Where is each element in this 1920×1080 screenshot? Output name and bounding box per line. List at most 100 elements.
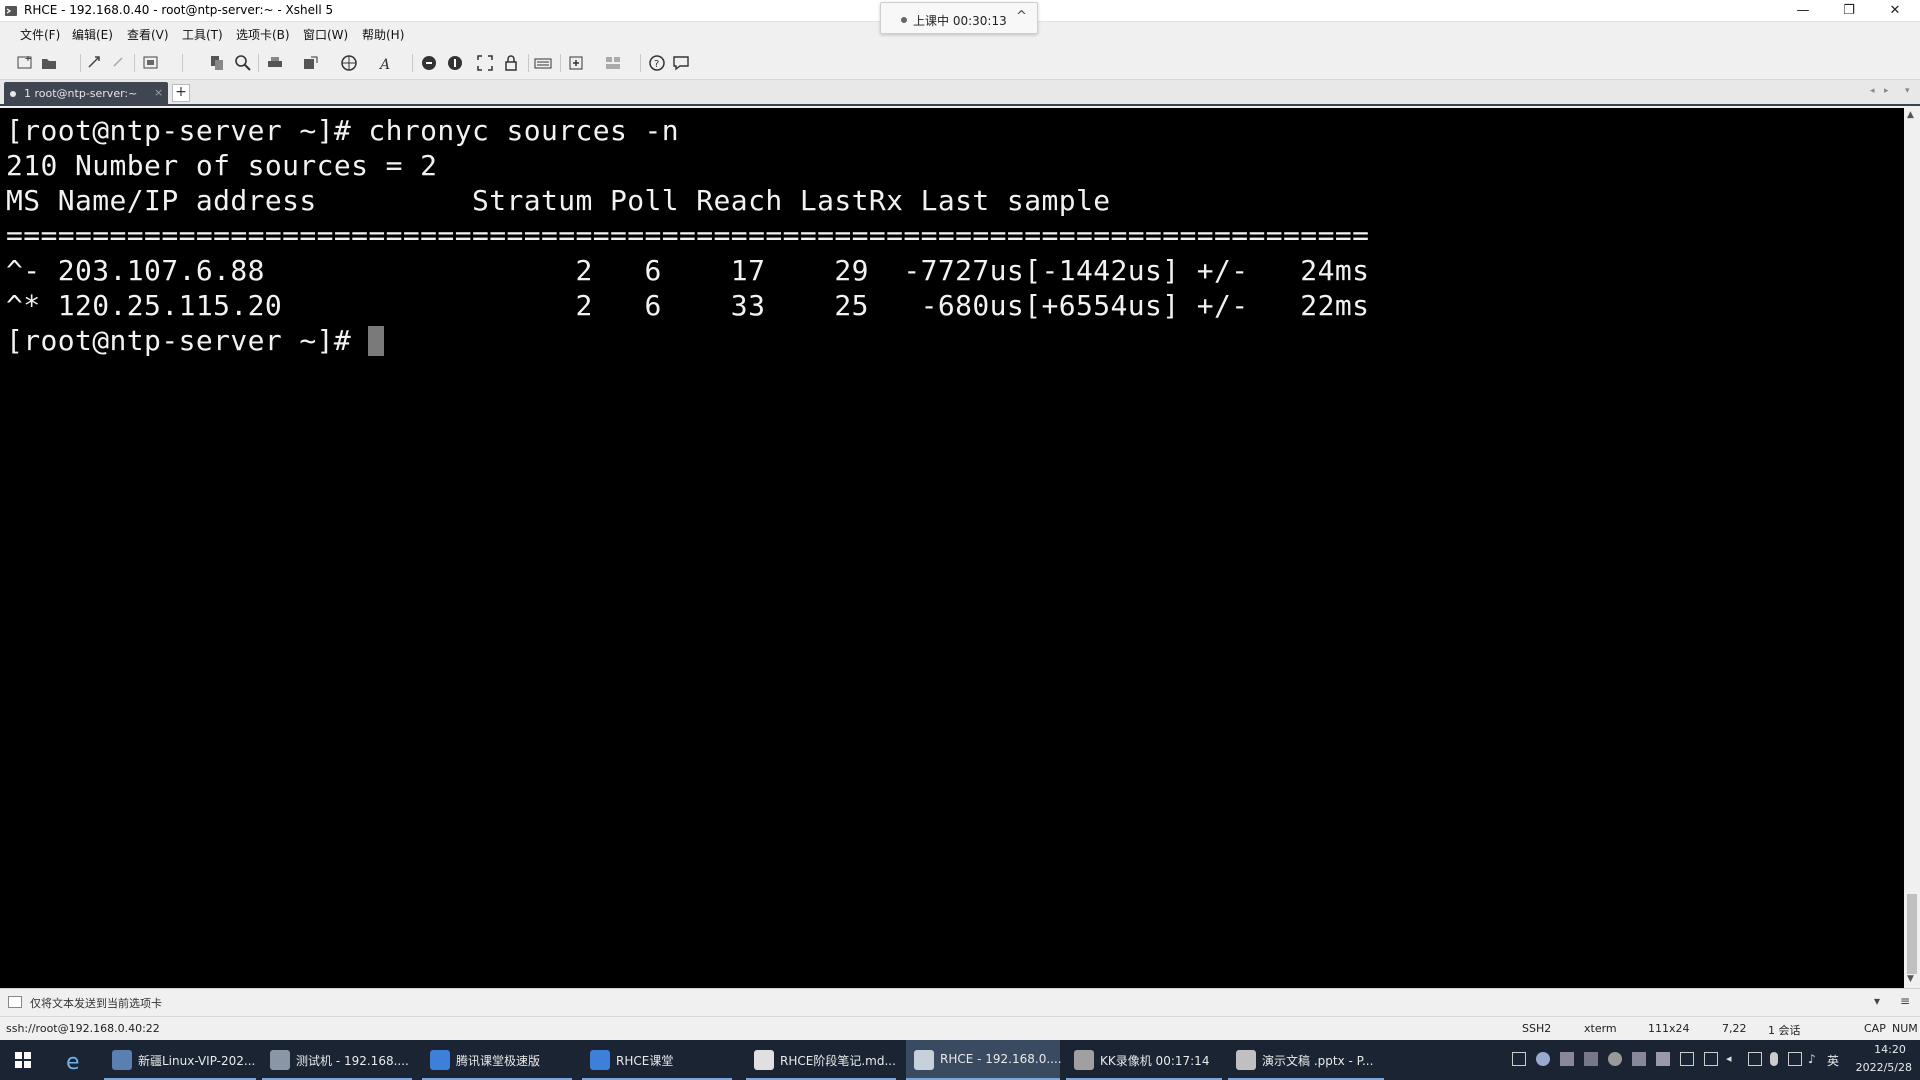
taskbar-item[interactable]: 测试机 - 192.168....: [262, 1040, 412, 1080]
open-folder-icon[interactable]: [40, 54, 58, 72]
taskbar-item[interactable]: RHCE - 192.168.0....: [906, 1040, 1062, 1080]
taskbar-item[interactable]: KK录像机 00:17:14: [1066, 1040, 1222, 1080]
taskbar-item-label: 演示文稿 .pptx - P...: [1262, 1054, 1374, 1068]
volume-icon[interactable]: ♪: [1808, 1052, 1822, 1066]
menu-tools[interactable]: 工具(T): [182, 26, 223, 43]
transfer-icon[interactable]: [302, 54, 320, 72]
help-icon[interactable]: ?: [648, 54, 666, 72]
app-icon: [590, 1050, 610, 1070]
internet-explorer-icon[interactable]: e: [52, 1040, 98, 1080]
tab-scroll-left-icon[interactable]: ◂: [1870, 86, 1875, 96]
terminal-prompt: [root@ntp-server ~]#: [6, 324, 369, 357]
compose-menu-icon[interactable]: ≡: [1900, 994, 1910, 1008]
tab-root-ntp-server[interactable]: 1 root@ntp-server:~ ×: [4, 82, 168, 106]
tab-close-icon[interactable]: ×: [154, 86, 163, 99]
taskbar-item[interactable]: 演示文稿 .pptx - P...: [1228, 1040, 1384, 1080]
recording-dot-icon: [901, 17, 907, 23]
toolbar: A ?: [0, 46, 1920, 80]
network-icon[interactable]: [1788, 1052, 1802, 1066]
protocol-label: SSH2: [1522, 1022, 1552, 1035]
usb-icon[interactable]: [1748, 1052, 1762, 1066]
taskbar-item-label: 新疆Linux-VIP-202...: [138, 1054, 256, 1068]
app-icon: [754, 1050, 774, 1070]
menu-window[interactable]: 窗口(W): [303, 26, 348, 43]
svg-text:?: ?: [654, 59, 659, 70]
clock-time[interactable]: 14:20: [1868, 1043, 1912, 1056]
windows-start-icon[interactable]: [0, 1040, 46, 1080]
menu-view[interactable]: 查看(V): [127, 26, 169, 43]
app-icon: [1074, 1050, 1094, 1070]
font-icon[interactable]: A: [378, 54, 396, 72]
toolbar-separator: [640, 54, 641, 72]
compose-icon[interactable]: [8, 996, 22, 1008]
chat-icon[interactable]: [672, 54, 690, 72]
lock-icon[interactable]: [502, 54, 520, 72]
properties-icon[interactable]: [142, 54, 160, 72]
system-tray: ◂ ♪ 英 14:20 2022/5/28: [1500, 1040, 1920, 1080]
terminal-scrollbar[interactable]: ▲ ▼: [1904, 108, 1920, 988]
tray-app-icon[interactable]: [1560, 1052, 1574, 1066]
toolbar-separator: [528, 54, 529, 72]
disconnect-icon[interactable]: [110, 54, 128, 72]
tray-app-icon[interactable]: [1680, 1052, 1694, 1066]
compose-input[interactable]: 仅将文本发送到当前选项卡: [30, 995, 162, 1011]
globe-icon[interactable]: [340, 54, 358, 72]
tray-app-icon[interactable]: [1656, 1052, 1670, 1066]
status-bar: ssh://root@192.168.0.40:22 SSH2 xterm 11…: [0, 1016, 1920, 1040]
tray-expand-icon[interactable]: ◂: [1726, 1052, 1740, 1066]
app-icon: [112, 1050, 132, 1070]
new-session-icon[interactable]: [16, 54, 34, 72]
new-tab-button[interactable]: +: [172, 84, 190, 102]
tray-app-icon[interactable]: [1632, 1052, 1646, 1066]
terminal-line: 210 Number of sources = 2: [6, 149, 438, 182]
tray-app-icon[interactable]: [1584, 1052, 1598, 1066]
clock-date[interactable]: 2022/5/28: [1848, 1061, 1912, 1074]
toolbar-separator: [560, 54, 561, 72]
keyboard-icon[interactable]: [534, 54, 552, 72]
notification-icon[interactable]: [1512, 1052, 1526, 1066]
taskbar-item[interactable]: RHCE课堂: [582, 1040, 732, 1080]
class-session-indicator[interactable]: 上课中 00:30:13 ^: [880, 2, 1038, 34]
svg-text:A: A: [378, 57, 390, 72]
menu-help[interactable]: 帮助(H): [362, 26, 404, 43]
maximize-button[interactable]: ❐: [1826, 0, 1872, 22]
taskbar-item[interactable]: 新疆Linux-VIP-202...: [104, 1040, 256, 1080]
class-session-label: 上课中 00:30:13: [913, 14, 1007, 28]
compose-dropdown-icon[interactable]: ▾: [1874, 994, 1880, 1008]
microphone-icon[interactable]: [1770, 1052, 1778, 1066]
input-method-indicator[interactable]: 英: [1827, 1052, 1839, 1069]
scrollbar-thumb[interactable]: [1907, 894, 1917, 974]
tray-app-icon[interactable]: [1608, 1052, 1622, 1066]
scroll-up-icon[interactable]: ▲: [1907, 110, 1914, 120]
num-lock-indicator: NUM: [1892, 1022, 1918, 1035]
new-tab-icon[interactable]: [568, 54, 586, 72]
connection-address: ssh://root@192.168.0.40:22: [6, 1022, 160, 1035]
wechat-icon[interactable]: [1536, 1052, 1550, 1066]
menu-file[interactable]: 文件(F): [20, 26, 60, 43]
layout-icon[interactable]: [604, 54, 622, 72]
toolbar-separator: [182, 54, 183, 72]
terminal-cursor: [368, 326, 385, 356]
tray-app-icon[interactable]: [1704, 1052, 1718, 1066]
tab-status-icon: [10, 91, 16, 97]
minimize-button[interactable]: —: [1780, 0, 1826, 22]
scroll-down-icon[interactable]: ▼: [1907, 974, 1914, 984]
collapse-chevron-icon[interactable]: ^: [1016, 9, 1027, 24]
fullscreen-icon[interactable]: [476, 54, 494, 72]
taskbar-item[interactable]: 腾讯课堂极速版: [422, 1040, 572, 1080]
tab-list-icon[interactable]: ▾: [1905, 86, 1910, 96]
menu-edit[interactable]: 编辑(E): [72, 26, 113, 43]
tab-scroll-right-icon[interactable]: ▸: [1884, 86, 1889, 96]
menu-tabs[interactable]: 选项卡(B): [236, 26, 290, 43]
terminal-line: ========================================…: [6, 219, 1370, 252]
xftp-icon[interactable]: [420, 54, 438, 72]
print-icon[interactable]: [266, 54, 284, 72]
close-button[interactable]: ✕: [1872, 0, 1918, 22]
taskbar-item[interactable]: RHCE阶段笔记.md...: [746, 1040, 896, 1080]
reconnect-icon[interactable]: [86, 54, 104, 72]
terminal-size-label: 111x24: [1648, 1022, 1690, 1035]
terminal-screen[interactable]: [root@ntp-server ~]# chronyc sources -n …: [0, 108, 1904, 988]
copy-icon[interactable]: [208, 54, 226, 72]
xagent-icon[interactable]: [446, 54, 464, 72]
find-icon[interactable]: [234, 54, 252, 72]
